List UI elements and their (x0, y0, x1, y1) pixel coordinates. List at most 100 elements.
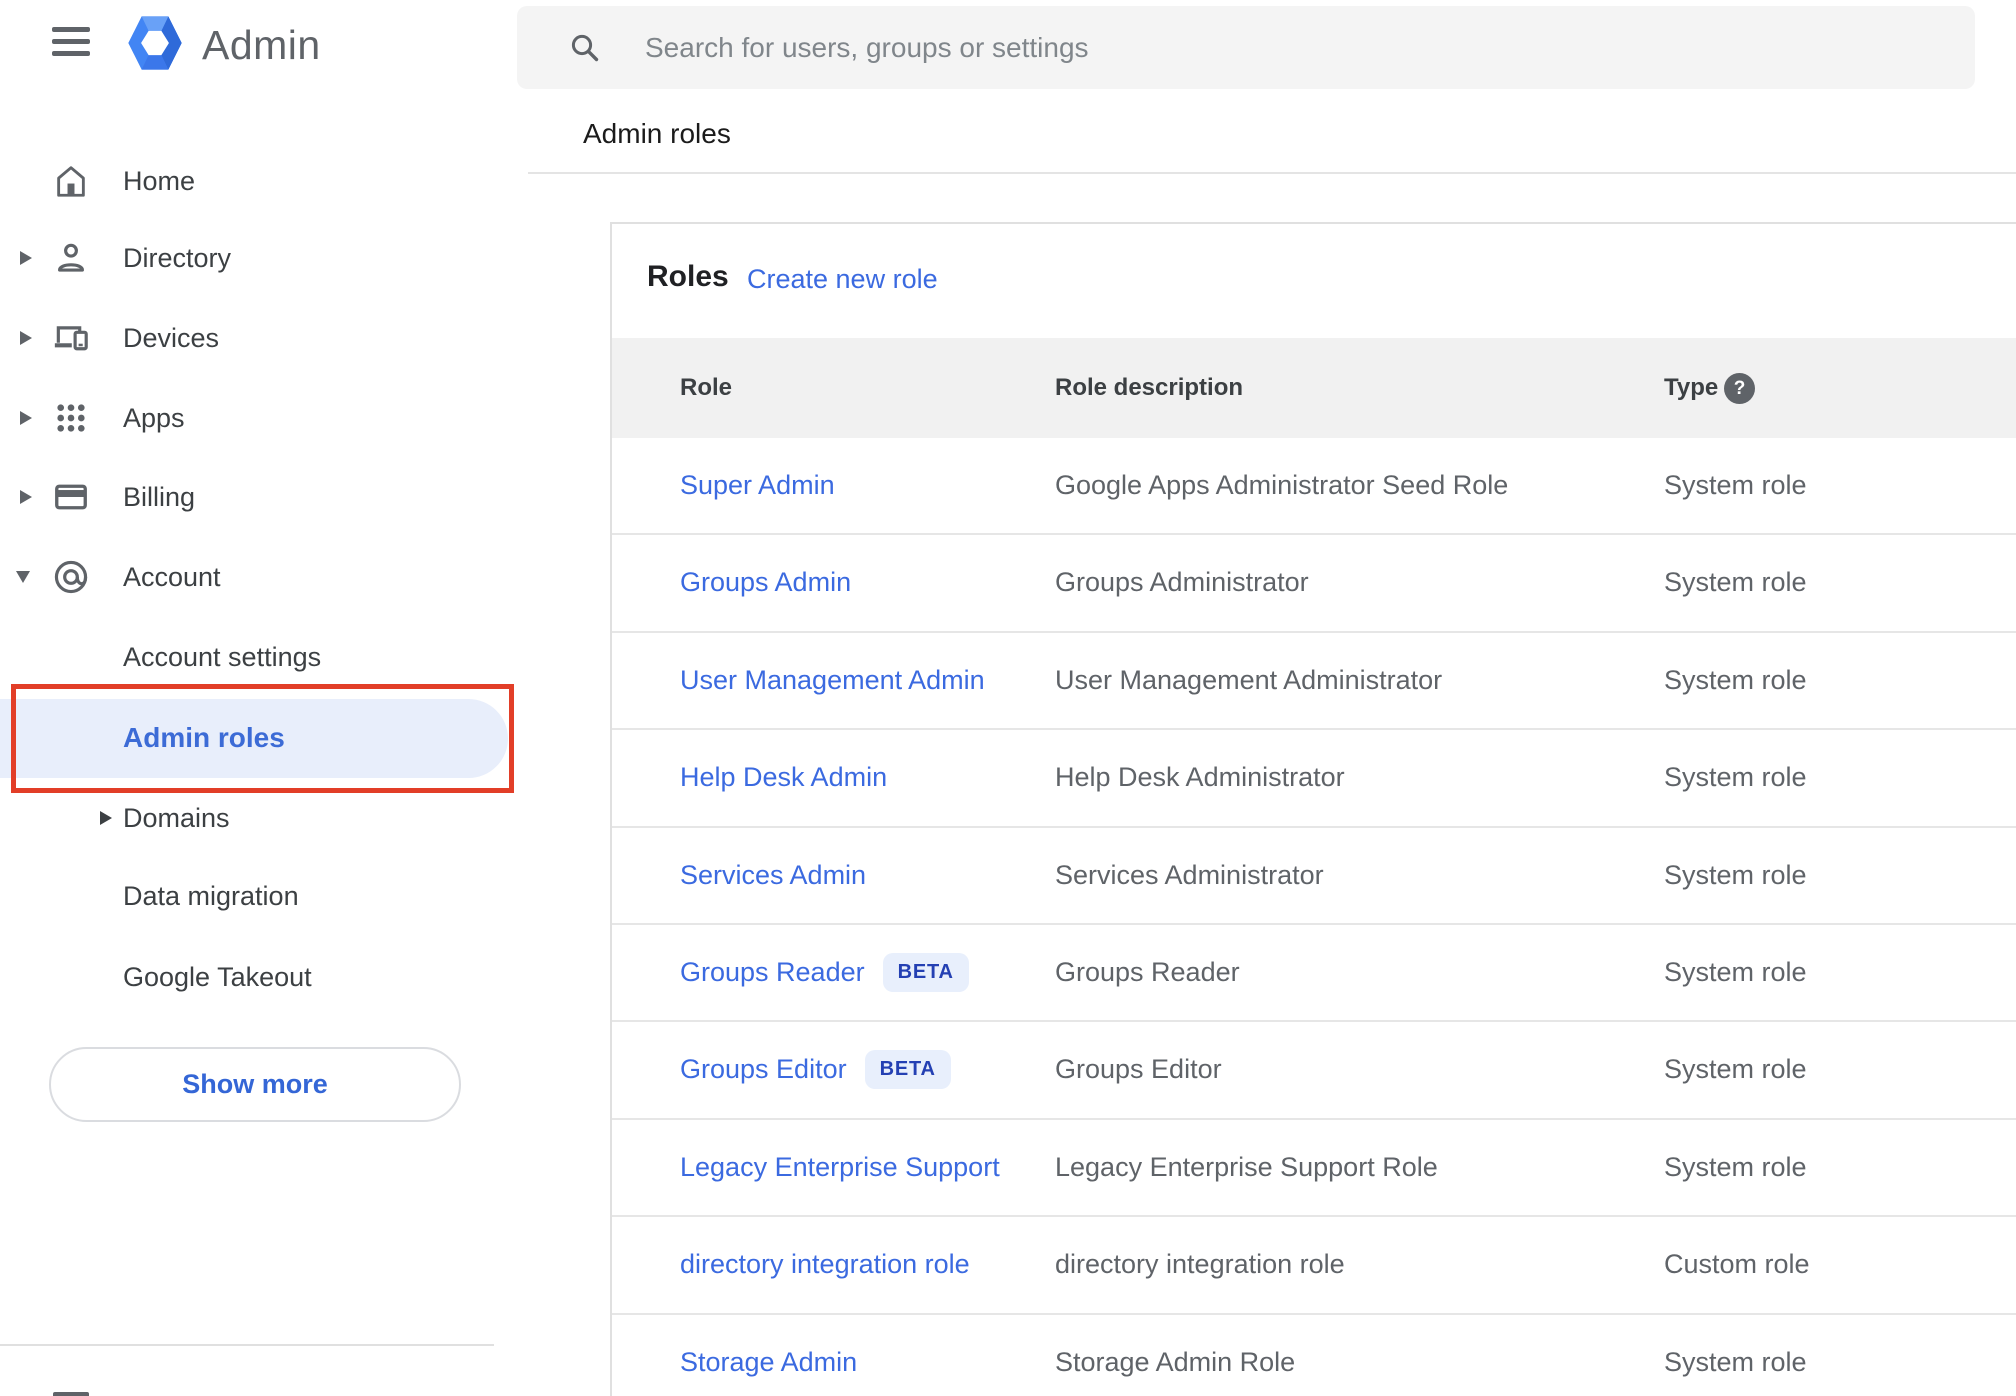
devices-icon (54, 326, 88, 351)
chevron-right-icon[interactable] (20, 411, 32, 425)
role-link[interactable]: directory integration role (680, 1249, 970, 1280)
roles-card: Roles Create new role Role Role descript… (610, 222, 2016, 1396)
sidebar-item-account[interactable]: Account (0, 555, 530, 599)
product-name: Admin (202, 22, 321, 68)
role-link[interactable]: Groups Editor (680, 1054, 847, 1085)
annotation-red-box (11, 684, 514, 793)
sidebar-item-label: Billing (123, 481, 196, 512)
chevron-right-icon[interactable] (20, 251, 32, 265)
sidebar-item-label: Directory (123, 242, 232, 273)
google-admin-logo-icon (128, 16, 182, 70)
search-icon (571, 34, 599, 62)
sidebar-item-data-migration[interactable]: Data migration (0, 874, 530, 918)
sidebar-item-label: Home (123, 165, 196, 196)
role-link[interactable]: Storage Admin (680, 1347, 857, 1378)
table-row: Groups Reader BETA Groups Reader System rol… (612, 925, 2016, 1023)
table-row: Groups Admin Groups Administrator System r… (612, 535, 2016, 633)
role-cell: Storage Admin (680, 1315, 857, 1396)
search-input[interactable]: Search for users, groups or settings (517, 6, 1975, 89)
sidebar-item-directory[interactable]: Directory (0, 236, 530, 280)
role-description: Groups Administrator (1055, 567, 1309, 598)
show-more-button[interactable]: Show more (49, 1047, 461, 1122)
role-type: System role (1664, 1346, 1807, 1377)
chevron-right-icon[interactable] (100, 811, 112, 825)
role-type: System role (1664, 470, 1807, 500)
admin-console-screen: Admin Home Directory Devices Apps Billin… (0, 0, 2016, 1396)
table-row: directory integration role directory inte… (612, 1217, 2016, 1315)
role-cell: Groups Admin (680, 535, 851, 630)
role-cell: Super Admin (680, 438, 835, 533)
billing-card-icon (55, 484, 87, 510)
at-sign-icon (54, 560, 88, 594)
person-icon (58, 243, 84, 272)
sidebar-item-account-settings[interactable]: Account settings (0, 635, 530, 679)
sidebar-item-label: Domains (123, 802, 230, 833)
sidebar-item-home[interactable]: Home (0, 159, 530, 203)
sidebar-item-apps[interactable]: Apps (0, 396, 530, 440)
column-header-role: Role (680, 374, 733, 401)
role-link[interactable]: User Management Admin (680, 665, 985, 696)
help-icon[interactable]: ? (1724, 373, 1755, 404)
role-description: User Management Administrator (1055, 664, 1443, 695)
apps-grid-icon (57, 404, 85, 432)
table-row: User Management Admin User Management Adm… (612, 633, 2016, 731)
role-type: System role (1664, 1054, 1807, 1085)
sidebar-item-label: Devices (123, 322, 220, 353)
table-row: Super Admin Google Apps Administrator See… (612, 438, 2016, 536)
sidebar-divider (0, 1344, 494, 1346)
role-link[interactable]: Groups Admin (680, 567, 851, 598)
role-link[interactable]: Help Desk Admin (680, 762, 887, 793)
hamburger-menu-icon[interactable] (52, 27, 90, 56)
chevron-down-icon[interactable] (16, 571, 30, 583)
role-type: System role (1664, 664, 1807, 695)
chevron-right-icon[interactable] (20, 490, 32, 504)
sidebar-item-label: Apps (123, 402, 185, 433)
role-type: System role (1664, 1151, 1807, 1182)
role-cell: Groups Reader BETA (680, 925, 969, 1020)
role-description: Legacy Enterprise Support Role (1055, 1151, 1438, 1182)
create-new-role-link[interactable]: Create new role (747, 264, 938, 295)
table-row: Storage Admin Storage Admin Role System ro… (612, 1315, 2016, 1396)
card-title: Roles (647, 260, 729, 293)
role-link[interactable]: Super Admin (680, 470, 835, 501)
sidebar-item-label: Account (123, 561, 221, 592)
role-description: Google Apps Administrator Seed Role (1055, 470, 1509, 500)
role-link[interactable]: Legacy Enterprise Support (680, 1152, 1000, 1183)
role-type: System role (1664, 567, 1807, 598)
breadcrumb: Admin roles (583, 118, 731, 149)
sidebar-item-label: Data migration (123, 880, 299, 911)
sidebar-item-devices[interactable]: Devices (0, 316, 530, 360)
role-link[interactable]: Groups Reader (680, 957, 865, 988)
role-cell: directory integration role (680, 1217, 970, 1312)
role-cell: Legacy Enterprise Support (680, 1120, 1000, 1215)
role-type: System role (1664, 859, 1807, 890)
sidebar-item-billing[interactable]: Billing (0, 475, 530, 519)
sidebar-item-google-takeout[interactable]: Google Takeout (0, 955, 530, 999)
search-placeholder: Search for users, groups or settings (645, 31, 1089, 63)
role-description: Storage Admin Role (1055, 1346, 1296, 1377)
role-cell: Help Desk Admin (680, 730, 887, 825)
show-more-label: Show more (182, 1069, 328, 1099)
role-type: System role (1664, 762, 1807, 793)
column-header-type: Type (1664, 374, 1719, 401)
role-cell: Groups Editor BETA (680, 1022, 951, 1117)
table-header: Role Role description Type ? (612, 338, 2016, 438)
clipped-bottom-icon (53, 1392, 89, 1396)
beta-badge: BETA (882, 952, 969, 992)
home-icon (57, 166, 85, 197)
table-row: Legacy Enterprise Support Legacy Enterpri… (612, 1120, 2016, 1218)
sidebar: Admin Home Directory Devices Apps Billin… (0, 0, 530, 1396)
column-header-description: Role description (1055, 374, 1244, 401)
header-divider (528, 172, 2016, 174)
role-description: Services Administrator (1055, 859, 1324, 890)
role-type: Custom role (1664, 1249, 1810, 1280)
table-row: Help Desk Admin Help Desk Administrator Sy… (612, 730, 2016, 828)
sidebar-item-domains[interactable]: Domains (0, 796, 530, 840)
beta-badge: BETA (864, 1050, 951, 1090)
roles-table-body: Super Admin Google Apps Administrator See… (612, 438, 2016, 1396)
sidebar-item-label: Google Takeout (123, 961, 312, 992)
chevron-right-icon[interactable] (20, 331, 32, 345)
role-link[interactable]: Services Admin (680, 860, 866, 891)
role-cell: Services Admin (680, 828, 866, 923)
role-description: directory integration role (1055, 1249, 1345, 1280)
